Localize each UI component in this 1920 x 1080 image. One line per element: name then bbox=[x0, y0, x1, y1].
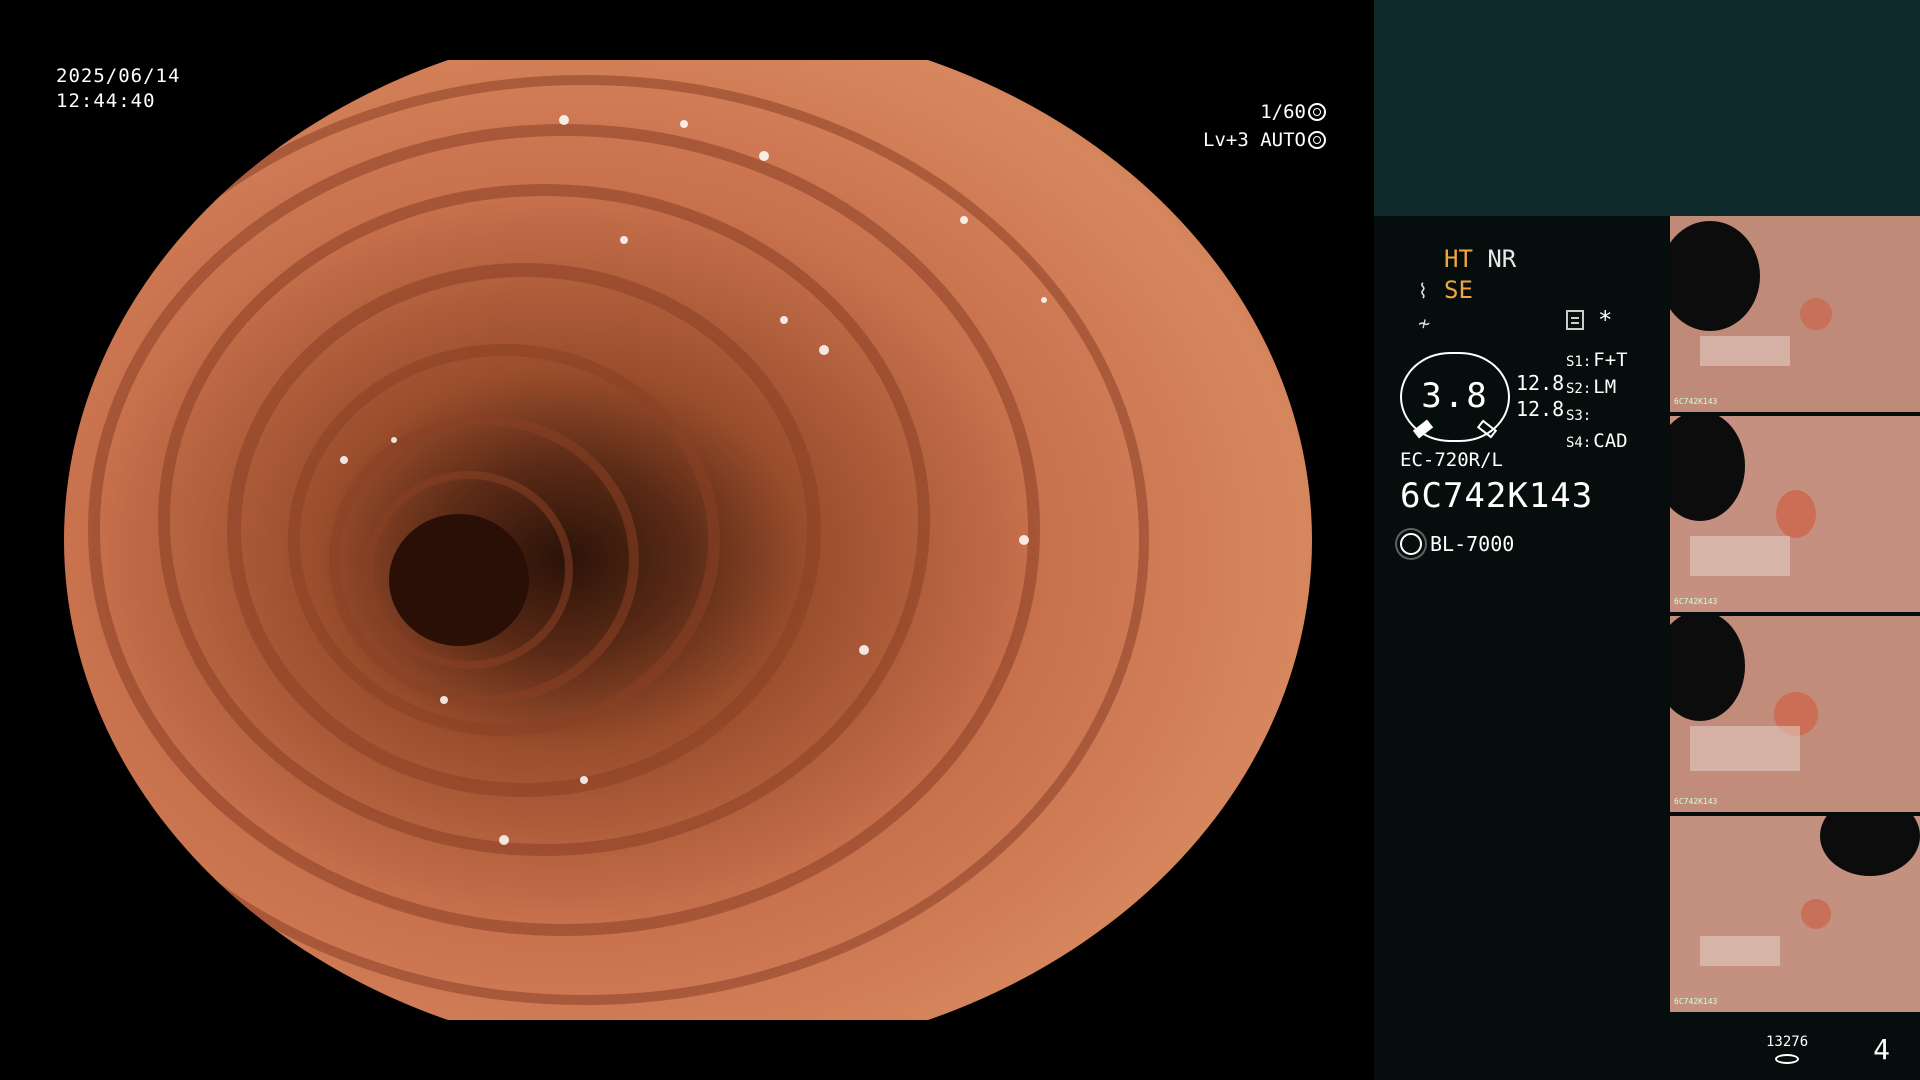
thumbnail[interactable]: 6C742K143 bbox=[1670, 816, 1920, 1012]
document-icon bbox=[1566, 310, 1584, 330]
se-mode: SE bbox=[1444, 276, 1473, 304]
image-count: 4 bbox=[1873, 1033, 1890, 1066]
light-icon bbox=[1400, 533, 1422, 555]
setting-row: S3: bbox=[1566, 408, 1592, 424]
thumbnail[interactable]: 6C742K143 bbox=[1670, 216, 1920, 412]
panel-header bbox=[1374, 0, 1920, 216]
switch-settings: S1: F+T S2: LM S3: S4: CAD bbox=[1566, 348, 1628, 456]
shutter-text: 1/60 bbox=[1260, 101, 1306, 123]
colon-lumen-image bbox=[64, 60, 1312, 1020]
ht-mode: HT bbox=[1444, 245, 1473, 273]
gauge-bottom-value: 12.8 bbox=[1516, 397, 1565, 421]
level-text: Lv+3 bbox=[1203, 129, 1249, 151]
scope-model: EC-720R/L bbox=[1400, 449, 1503, 471]
gauge: 3.8 bbox=[1400, 352, 1510, 442]
iris-icon bbox=[1308, 131, 1326, 149]
enhance-icon: ⌇ bbox=[1418, 279, 1428, 303]
thumbnail-label: 6C742K143 bbox=[1674, 397, 1718, 406]
storage-indicator: 13276 bbox=[1766, 1034, 1808, 1064]
thumbnail-label: 6C742K143 bbox=[1674, 597, 1718, 606]
datetime-overlay: 2025/06/14 12:44:40 bbox=[56, 64, 180, 114]
date-text: 2025/06/14 bbox=[56, 65, 181, 87]
setting-row: S4: CAD bbox=[1566, 430, 1628, 452]
info-panel: HT NR ⌇ SE ≁ * 3.8 12.8 12.8 S1: F+T S2: LM… bbox=[1374, 0, 1920, 1080]
setting-row: S2: LM bbox=[1566, 376, 1617, 398]
filter-icon: ≁ bbox=[1418, 311, 1431, 335]
thumbnail-label: 6C742K143 bbox=[1674, 997, 1718, 1006]
nr-mode: NR bbox=[1487, 245, 1517, 273]
gauge-value: 3.8 bbox=[1421, 376, 1489, 416]
time-text: 12:44:40 bbox=[56, 90, 156, 112]
mode-indicators: HT NR ⌇ SE ≁ bbox=[1418, 244, 1516, 339]
scope-serial: 6C742K143 bbox=[1400, 476, 1594, 516]
thumbnail-strip: 6C742K143 6C742K143 6C742K143 6C742K143 bbox=[1670, 216, 1920, 1016]
light-source-text: BL-7000 bbox=[1430, 532, 1515, 556]
asterisk-indicator: * bbox=[1598, 306, 1613, 334]
exposure-overlay: 1/60 Lv+3 AUTO bbox=[1203, 98, 1326, 154]
thumbnail[interactable]: 6C742K143 bbox=[1670, 616, 1920, 812]
setting-row: S1: F+T bbox=[1566, 349, 1628, 371]
thumbnail[interactable]: 6C742K143 bbox=[1670, 416, 1920, 612]
endoscope-view bbox=[64, 60, 1312, 1020]
shutter-icon bbox=[1308, 103, 1326, 121]
exposure-mode-text: AUTO bbox=[1260, 129, 1306, 151]
gauge-top-value: 12.8 bbox=[1516, 371, 1565, 395]
status-icons: * bbox=[1566, 306, 1612, 334]
light-source: BL-7000 bbox=[1400, 532, 1514, 556]
gauge-left-mark bbox=[1412, 419, 1434, 439]
gauge-readout: 12.8 12.8 bbox=[1516, 370, 1564, 422]
storage-count: 13276 bbox=[1766, 1034, 1809, 1050]
disk-icon bbox=[1775, 1054, 1800, 1064]
thumbnail-label: 6C742K143 bbox=[1674, 797, 1718, 806]
gauge-right-mark bbox=[1476, 419, 1498, 439]
